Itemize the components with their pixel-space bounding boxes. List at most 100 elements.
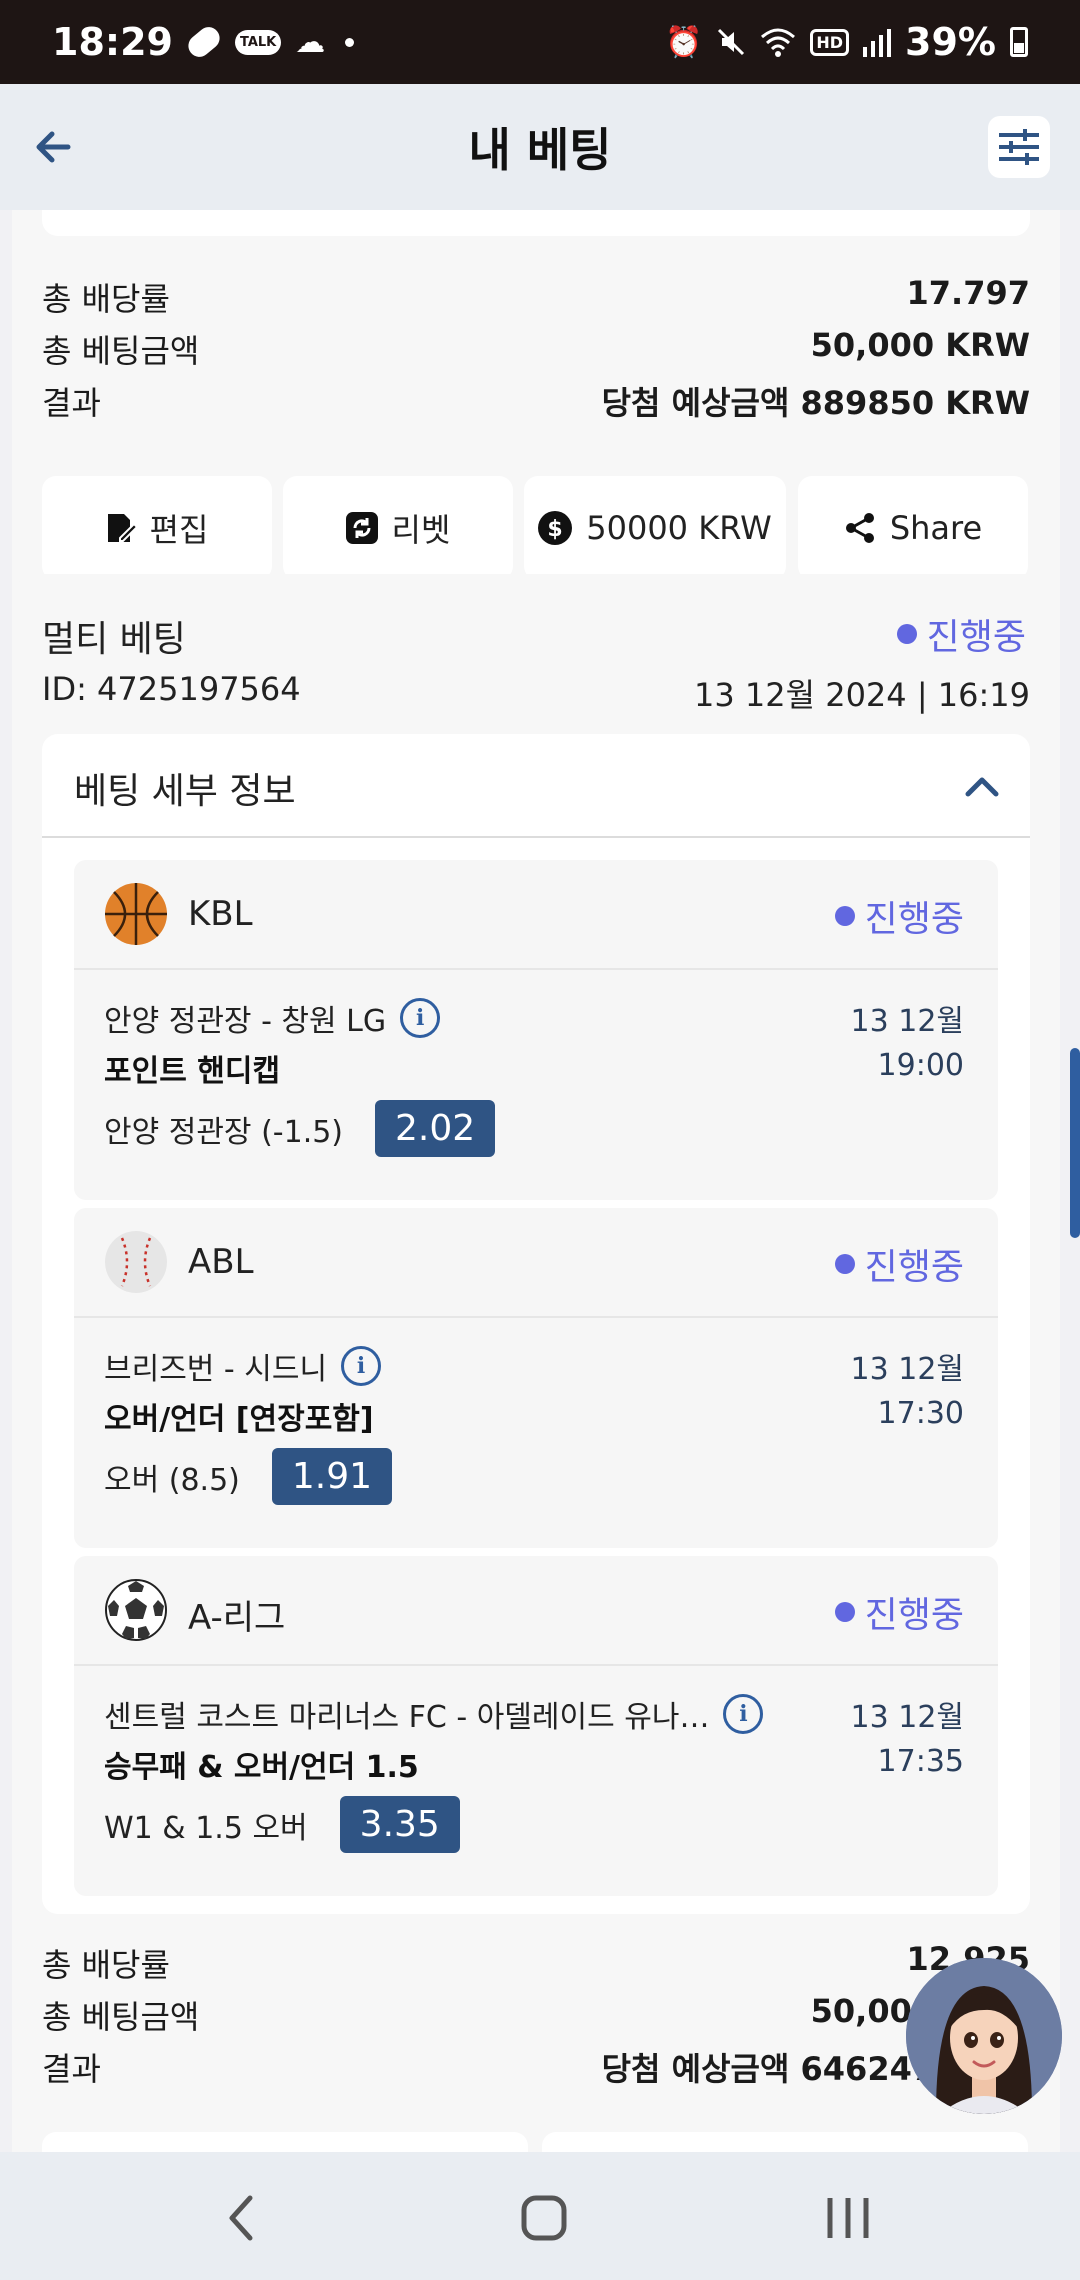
summary-label: 결과 <box>42 2050 101 2088</box>
bet-type-label: 멀티 베팅 <box>42 619 186 660</box>
bet-date: 13 12월 2024 | 16:19 <box>693 676 1030 714</box>
info-icon[interactable]: i <box>723 1694 764 1734</box>
odds-badge: 3.35 <box>339 1796 460 1853</box>
bet-details-panel: 베팅 세부 정보 KBL 진행중 안양 정관장 - 창원 LG i 13 12월… <box>42 734 1030 1914</box>
filter-button[interactable] <box>988 116 1050 178</box>
bet-card-multi: 멀티 베팅 진행중 ID: 4725197564 13 12월 2024 | 1… <box>12 574 1060 2152</box>
bets-scroll-area[interactable]: 총 배당률 17.797 총 베팅금액 50,000 KRW 결과 당첨 예상금… <box>0 210 1080 2152</box>
details-panel-end <box>42 210 1030 236</box>
more-notifications-icon <box>345 37 355 47</box>
selection-label: 오버 (8.5) <box>104 1462 240 1498</box>
dollar-coin-icon: $ <box>538 511 573 545</box>
summary-value: 50,000 KRW <box>810 326 1030 364</box>
market-name: 승무패 & 오버/언더 1.5 <box>104 1750 419 1785</box>
selection-label: 안양 정관장 (-1.5) <box>104 1114 344 1150</box>
nav-recents-icon[interactable] <box>818 2188 878 2248</box>
share-label: Share <box>889 509 983 547</box>
match-status: 진행중 <box>834 890 964 942</box>
match-item: ABL 진행중 브리즈번 - 시드니 i 13 12월 17:30 오버/언더 … <box>74 1208 998 1548</box>
match-header: A-리그 진행중 <box>74 1556 998 1666</box>
share-icon <box>845 513 874 543</box>
status-bar: 18:29 TALK ☁ ⏰ HD 39% <box>0 0 1080 84</box>
share-button[interactable]: Share <box>798 476 1028 580</box>
hd-icon: HD <box>810 28 850 56</box>
summary-row-stake: 총 베팅금액 50,000 KRW <box>42 1992 1030 2038</box>
system-nav-bar <box>0 2152 1080 2280</box>
wifi-icon <box>761 28 796 57</box>
summary-label: 총 배당률 <box>42 1946 170 1984</box>
scrollbar-thumb[interactable] <box>1070 1048 1080 1238</box>
soccer-ball-icon <box>105 1579 167 1641</box>
summary-row-stake: 총 베팅금액 50,000 KRW <box>42 326 1030 372</box>
refresh-icon <box>345 512 378 544</box>
nav-back-icon[interactable] <box>212 2188 272 2248</box>
alarm-icon: ⏰ <box>665 24 703 60</box>
battery-icon <box>1010 27 1028 57</box>
match-item: KBL 진행중 안양 정관장 - 창원 LG i 13 12월 19:00 포인… <box>74 860 998 1200</box>
info-icon[interactable]: i <box>400 998 441 1038</box>
app-header: 내 베팅 <box>0 84 1080 210</box>
sliders-icon <box>999 129 1039 165</box>
edit-button[interactable]: 편집 <box>42 476 272 580</box>
bet-id: ID: 4725197564 <box>42 670 301 708</box>
rebet-label: 리벳 <box>391 511 451 549</box>
match-teams: 브리즈번 - 시드니 i <box>104 1344 382 1388</box>
teams-label: 안양 정관장 - 창원 LG <box>104 1004 387 1039</box>
edit-button[interactable] <box>42 2132 528 2152</box>
edit-label: 편집 <box>149 511 209 549</box>
edit-icon <box>107 514 136 542</box>
match-date: 13 12월 <box>850 1352 964 1387</box>
match-header: ABL 진행중 <box>74 1208 998 1318</box>
teams-label: 센트럴 코스트 마리너스 FC - 아델레이드 유나… <box>104 1700 710 1735</box>
page-title: 내 베팅 <box>468 123 612 177</box>
assistant-avatar-button[interactable] <box>906 1958 1062 2114</box>
status-label: 진행중 <box>864 899 964 940</box>
summary-label: 총 베팅금액 <box>42 1998 200 2036</box>
match-status: 진행중 <box>834 1586 964 1638</box>
basketball-icon <box>105 883 167 945</box>
baseball-icon <box>105 1231 167 1293</box>
talk-icon: TALK <box>234 29 282 55</box>
summary-row-odds: 총 배당률 12.925 <box>42 1940 1030 1986</box>
status-label: 진행중 <box>926 617 1026 658</box>
bet-details-toggle[interactable]: 베팅 세부 정보 <box>42 734 1030 838</box>
selection-row: 안양 정관장 (-1.5) 2.02 <box>104 1100 496 1157</box>
stake-label: 50000 KRW <box>586 509 772 547</box>
summary-row-result: 결과 당첨 예상금액 646247 KRW <box>42 2044 1030 2090</box>
match-item: A-리그 진행중 센트럴 코스트 마리너스 FC - 아델레이드 유나… i 1… <box>74 1556 998 1896</box>
match-status: 진행중 <box>834 1238 964 1290</box>
summary-value: 17.797 <box>906 274 1030 312</box>
rebet-button[interactable] <box>542 2132 1028 2152</box>
selection-row: W1 & 1.5 오버 3.35 <box>104 1796 460 1853</box>
summary-row-result: 결과 당첨 예상금액 889850 KRW <box>42 378 1030 424</box>
status-label: 진행중 <box>864 1247 964 1288</box>
mute-icon <box>718 28 745 56</box>
league-name: ABL <box>188 1242 254 1282</box>
back-arrow-icon[interactable] <box>28 122 78 172</box>
rebet-button[interactable]: 리벳 <box>283 476 513 580</box>
league-name: A-리그 <box>188 1598 286 1638</box>
match-time: 17:30 <box>877 1396 964 1431</box>
signal-icon <box>863 29 892 57</box>
clock: 18:29 <box>52 20 173 64</box>
summary-value: 당첨 예상금액 889850 KRW <box>601 384 1030 422</box>
assistant-avatar-icon <box>906 1958 1062 2114</box>
market-name: 포인트 핸디캡 <box>104 1054 281 1089</box>
info-icon[interactable]: i <box>341 1346 382 1386</box>
selection-row: 오버 (8.5) 1.91 <box>104 1448 393 1505</box>
match-time: 17:35 <box>877 1744 964 1779</box>
match-teams: 안양 정관장 - 창원 LG i <box>104 996 441 1040</box>
summary-row-odds: 총 배당률 17.797 <box>42 274 1030 320</box>
chevron-up-icon <box>965 777 999 797</box>
status-dot-icon <box>834 1254 855 1274</box>
stake-button[interactable]: $ 50000 KRW <box>524 476 786 580</box>
summary-label: 총 베팅금액 <box>42 332 200 370</box>
match-date: 13 12월 <box>850 1004 964 1039</box>
teams-label: 브리즈번 - 시드니 <box>104 1352 328 1387</box>
summary-label: 결과 <box>42 384 101 422</box>
bet-details-title: 베팅 세부 정보 <box>74 771 296 812</box>
match-time: 19:00 <box>877 1048 964 1083</box>
battery-level: 39% <box>905 20 996 64</box>
nav-home-icon[interactable] <box>514 2188 574 2248</box>
odds-badge: 1.91 <box>271 1448 393 1505</box>
